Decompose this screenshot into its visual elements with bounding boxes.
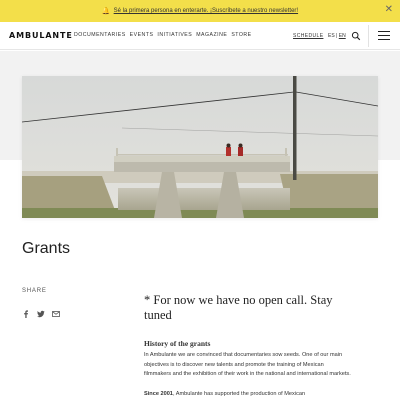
open-call-notice: * For now we have no open call. Stay tun… [144, 293, 333, 322]
email-icon[interactable] [52, 310, 60, 318]
history-paragraph-2-text: , Ambulante has supported the production… [172, 391, 306, 397]
twitter-icon[interactable] [37, 310, 45, 318]
header-divider [368, 25, 369, 47]
announcement-bar: 🔔 Sé la primera persona en enterarte. ¡S… [0, 0, 400, 22]
search-icon[interactable] [351, 31, 361, 41]
main-nav: DOCUMENTARIES EVENTS INITIATIVES MAGAZIN… [74, 32, 252, 38]
language-switcher: ES | EN [328, 33, 346, 39]
close-icon[interactable]: ✕ [385, 5, 393, 15]
site-logo[interactable]: AMBULANTE [9, 31, 73, 40]
bell-icon: 🔔 [101, 8, 111, 15]
history-heading: History of the grants [144, 339, 211, 348]
nav-magazine[interactable]: MAGAZINE [196, 32, 227, 38]
nav-events[interactable]: EVENTS [130, 32, 154, 38]
lang-separator: | [336, 33, 338, 39]
history-paragraph: In Ambulante we are convinced that docum… [144, 352, 351, 377]
newsletter-link[interactable]: Sé la primera persona en enterarte. ¡Sus… [114, 8, 298, 14]
nav-store[interactable]: STORE [231, 32, 251, 38]
schedule-link[interactable]: SCHEDULE [293, 33, 323, 39]
nav-initiatives[interactable]: INITIATIVES [157, 32, 192, 38]
hamburger-menu-icon[interactable] [378, 31, 390, 40]
lang-en[interactable]: EN [339, 33, 346, 39]
lang-es[interactable]: ES [328, 33, 335, 39]
nav-documentaries[interactable]: DOCUMENTARIES [74, 32, 126, 38]
since-year: Since 2001 [144, 391, 173, 397]
share-label: SHARE [22, 288, 47, 294]
site-header: AMBULANTE DOCUMENTARIES EVENTS INITIATIV… [0, 22, 400, 50]
facebook-icon[interactable] [22, 310, 30, 318]
hero-image [22, 76, 378, 218]
history-paragraph-2: Since 2001, Ambulante has supported the … [144, 390, 352, 400]
share-icons [22, 310, 60, 318]
page-title: Grants [22, 240, 71, 257]
